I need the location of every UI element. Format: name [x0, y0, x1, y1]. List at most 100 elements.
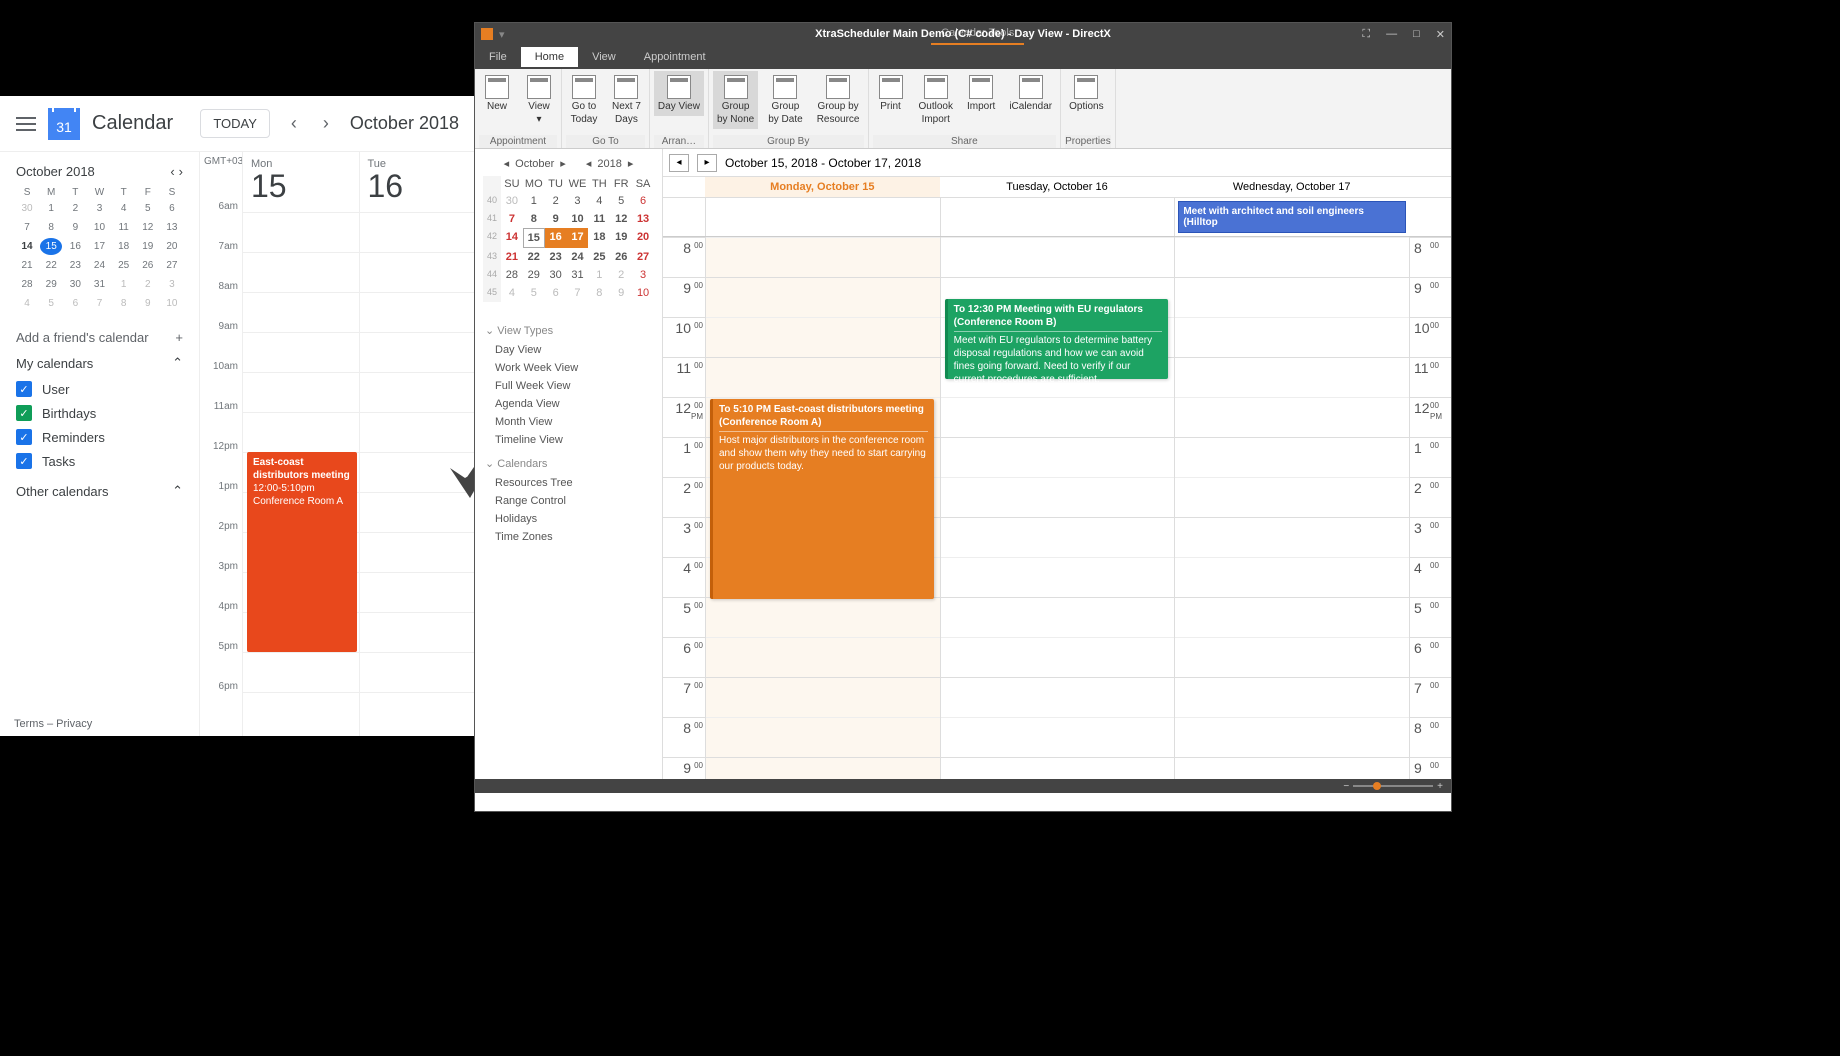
ribbon-new[interactable]: New — [479, 71, 515, 129]
mini-day[interactable]: 6 — [161, 200, 183, 217]
mini-day[interactable]: 12 — [137, 219, 159, 236]
event-tue[interactable]: To 12:30 PM Meeting with EU regulators (… — [945, 299, 1169, 379]
calendar-option-item[interactable]: Range Control — [485, 492, 652, 510]
mini-day[interactable]: 3 — [632, 266, 654, 284]
mini-day[interactable]: 26 — [137, 257, 159, 274]
mini-day[interactable]: 5 — [523, 284, 545, 302]
mini-day[interactable]: 17 — [567, 228, 589, 248]
ribbon-go-to[interactable]: Go toToday — [566, 71, 602, 129]
mini-day[interactable]: 9 — [137, 295, 159, 312]
mini-day[interactable]: 27 — [632, 248, 654, 266]
calendar-item[interactable]: ✓Tasks — [16, 449, 183, 473]
mini-day[interactable]: 3 — [567, 192, 589, 210]
mini-day[interactable]: 4 — [16, 295, 38, 312]
checkbox-icon[interactable]: ✓ — [16, 453, 32, 469]
ribbon-options[interactable]: Options — [1065, 71, 1107, 116]
allday-event-wed[interactable]: Meet with architect and soil engineers (… — [1178, 201, 1406, 233]
tab-view[interactable]: View — [578, 47, 630, 67]
mini-day[interactable]: 10 — [632, 284, 654, 302]
mini-day[interactable]: 29 — [523, 266, 545, 284]
calendar-item[interactable]: ✓Reminders — [16, 425, 183, 449]
close-icon[interactable]: ✕ — [1436, 28, 1445, 41]
mini-day[interactable]: 19 — [610, 228, 632, 248]
other-calendars-head[interactable]: Other calendars⌃ — [16, 483, 183, 499]
ribbon-next-7[interactable]: Next 7Days — [608, 71, 645, 129]
mini-day[interactable]: 5 — [610, 192, 632, 210]
mini-day[interactable]: 30 — [545, 266, 567, 284]
mini-next-icon[interactable]: ▸ — [560, 157, 566, 170]
checkbox-icon[interactable]: ✓ — [16, 429, 32, 445]
mini-day[interactable]: 22 — [523, 248, 545, 266]
mini-next-icon[interactable]: › — [179, 164, 183, 179]
mini-day[interactable]: 1 — [523, 192, 545, 210]
mini-day[interactable]: 18 — [113, 238, 135, 255]
mini-day[interactable]: 16 — [545, 228, 567, 248]
mini-day[interactable]: 11 — [588, 210, 610, 228]
mini-day[interactable]: 21 — [501, 248, 523, 266]
mini-day[interactable]: 19 — [137, 238, 159, 255]
mini-day[interactable]: 5 — [137, 200, 159, 217]
calendar-option-item[interactable]: Time Zones — [485, 528, 652, 546]
mini-day[interactable]: 9 — [545, 210, 567, 228]
mini-day[interactable]: 20 — [161, 238, 183, 255]
mini-day[interactable]: 7 — [501, 210, 523, 228]
mini-day[interactable]: 6 — [545, 284, 567, 302]
view-type-item[interactable]: Full Week View — [485, 377, 652, 395]
mini-day[interactable]: 4 — [113, 200, 135, 217]
ribbon-print[interactable]: Print — [873, 71, 909, 129]
ribbon-import[interactable]: Import — [963, 71, 999, 129]
mini-day[interactable]: 25 — [588, 248, 610, 266]
menu-icon[interactable] — [16, 117, 36, 131]
ribbon-view[interactable]: View▾ — [521, 71, 557, 129]
mini-prev-icon[interactable]: ◂ — [504, 157, 510, 170]
mini-day[interactable]: 8 — [40, 219, 62, 236]
fullscreen-icon[interactable]: ⛶ — [1362, 28, 1370, 41]
checkbox-icon[interactable]: ✓ — [16, 405, 32, 421]
mini-day[interactable]: 9 — [610, 284, 632, 302]
mini-day[interactable]: 22 — [40, 257, 62, 274]
mini-day[interactable]: 2 — [610, 266, 632, 284]
mini-day[interactable]: 18 — [588, 228, 610, 248]
mini-day[interactable]: 25 — [113, 257, 135, 274]
mini-day[interactable]: 23 — [545, 248, 567, 266]
view-type-item[interactable]: Agenda View — [485, 395, 652, 413]
plus-icon[interactable]: + — [175, 330, 183, 345]
year-prev-icon[interactable]: ◂ — [586, 157, 592, 170]
minimize-icon[interactable]: — — [1386, 28, 1397, 41]
tab-home[interactable]: Home — [521, 47, 578, 67]
day-col-mon[interactable]: To 5:10 PM East-coast distributors meeti… — [705, 237, 940, 779]
view-type-item[interactable]: Timeline View — [485, 431, 652, 449]
day-header-mon[interactable]: Monday, October 15 — [705, 177, 940, 197]
mini-day[interactable]: 2 — [64, 200, 86, 217]
day-col-wed[interactable] — [1174, 237, 1409, 779]
mini-day[interactable]: 21 — [16, 257, 38, 274]
mini-calendar[interactable]: SMTWTFS301234567891011121314151617181920… — [16, 187, 183, 312]
footer-links[interactable]: Terms – Privacy — [14, 718, 92, 730]
prev-icon[interactable]: ‹ — [282, 112, 306, 136]
event-mon[interactable]: To 5:10 PM East-coast distributors meeti… — [710, 399, 934, 599]
day-header-tue[interactable]: Tuesday, October 16 — [940, 177, 1175, 197]
mini-day[interactable]: 12 — [610, 210, 632, 228]
mini-day[interactable]: 7 — [88, 295, 110, 312]
ribbon-day-view[interactable]: Day View — [654, 71, 704, 116]
calendar-item[interactable]: ✓User — [16, 377, 183, 401]
mini-day[interactable]: 5 — [40, 295, 62, 312]
mini-day[interactable]: 17 — [88, 238, 110, 255]
day-header-wed[interactable]: Wednesday, October 17 — [1174, 177, 1409, 197]
mini-day[interactable]: 23 — [64, 257, 86, 274]
mini-day[interactable]: 15 — [523, 228, 545, 248]
ribbon-icalendar[interactable]: iCalendar — [1005, 71, 1056, 129]
day-col-tue[interactable]: To 12:30 PM Meeting with EU regulators (… — [940, 237, 1175, 779]
view-type-item[interactable]: Day View — [485, 341, 652, 359]
tab-file[interactable]: File — [475, 47, 521, 67]
view-type-item[interactable]: Work Week View — [485, 359, 652, 377]
mini-day[interactable]: 1 — [40, 200, 62, 217]
mini-day[interactable]: 16 — [64, 238, 86, 255]
mini-day[interactable]: 28 — [501, 266, 523, 284]
mini-day[interactable]: 10 — [88, 219, 110, 236]
mini-day[interactable]: 30 — [64, 276, 86, 293]
ribbon-group-by[interactable]: Group byResource — [813, 71, 864, 129]
mini-day[interactable]: 11 — [113, 219, 135, 236]
mini-day[interactable]: 3 — [161, 276, 183, 293]
zoom-slider[interactable]: −+ — [1343, 781, 1443, 792]
